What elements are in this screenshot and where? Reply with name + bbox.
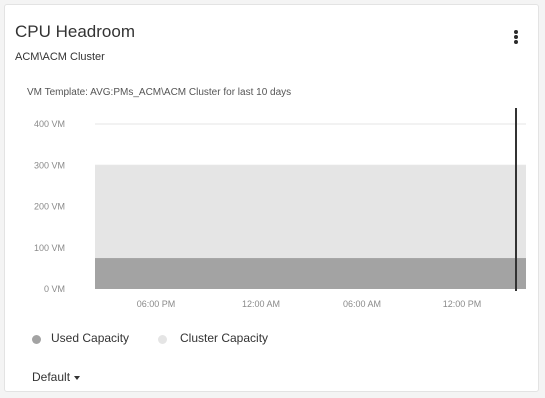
- x-tick-label: 06:00 PM: [137, 299, 176, 309]
- y-tick-label: 300 VM: [34, 160, 65, 170]
- x-tick-label: 12:00 AM: [242, 299, 280, 309]
- dropdown-label: Default: [32, 370, 71, 384]
- area-used-capacity: [95, 258, 526, 289]
- x-tick-label: 06:00 AM: [343, 299, 381, 309]
- y-tick-label: 100 VM: [34, 243, 65, 253]
- chevron-down-icon: [74, 375, 81, 380]
- legend-swatch-cluster: [158, 335, 167, 344]
- legend-label-cluster: Cluster Capacity: [180, 331, 269, 345]
- legend-swatch-used: [32, 335, 41, 344]
- y-tick-label: 400 VM: [34, 119, 65, 129]
- y-tick-label: 0 VM: [44, 284, 65, 294]
- x-tick-label: 12:00 PM: [443, 299, 482, 309]
- y-tick-label: 200 VM: [34, 202, 65, 212]
- default-dropdown[interactable]: Default: [32, 370, 81, 384]
- cpu-headroom-widget: CPU Headroom ACM\ACM Cluster VM Template…: [4, 4, 539, 392]
- legend-label-used: Used Capacity: [51, 331, 130, 345]
- cpu-headroom-chart: 0 VM 100 VM 200 VM 300 VM 400 VM 06:00 PM 12:0…: [34, 108, 526, 309]
